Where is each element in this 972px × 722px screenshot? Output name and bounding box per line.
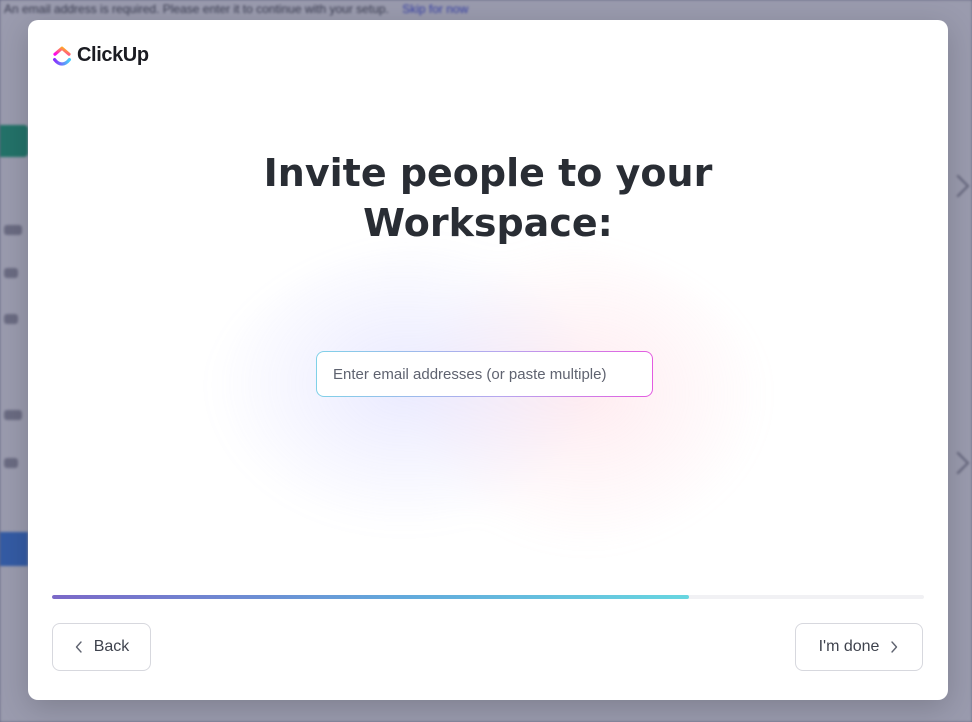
background-glow — [208, 235, 768, 565]
onboarding-progress-fill — [52, 595, 689, 599]
back-button-label: Back — [93, 638, 130, 655]
done-button[interactable]: I'm done — [795, 623, 923, 671]
invite-email-input[interactable] — [317, 352, 652, 396]
email-input-frame — [316, 351, 653, 397]
clickup-logo: ClickUp — [52, 44, 149, 67]
chevron-left-icon — [75, 641, 82, 653]
page-title-line-2: Workspace: — [363, 201, 613, 245]
invite-modal: ClickUp Invite people to your Workspace:… — [28, 20, 948, 700]
done-button-label: I'm done — [818, 638, 880, 655]
page-title-line-1: Invite people to your — [263, 151, 713, 195]
chevron-right-icon — [891, 641, 898, 653]
clickup-logo-text: ClickUp — [77, 44, 149, 66]
page-title: Invite people to your Workspace: — [28, 148, 948, 248]
back-button[interactable]: Back — [52, 623, 151, 671]
clickup-logo-icon — [53, 46, 71, 66]
onboarding-progress-bar — [52, 595, 924, 599]
